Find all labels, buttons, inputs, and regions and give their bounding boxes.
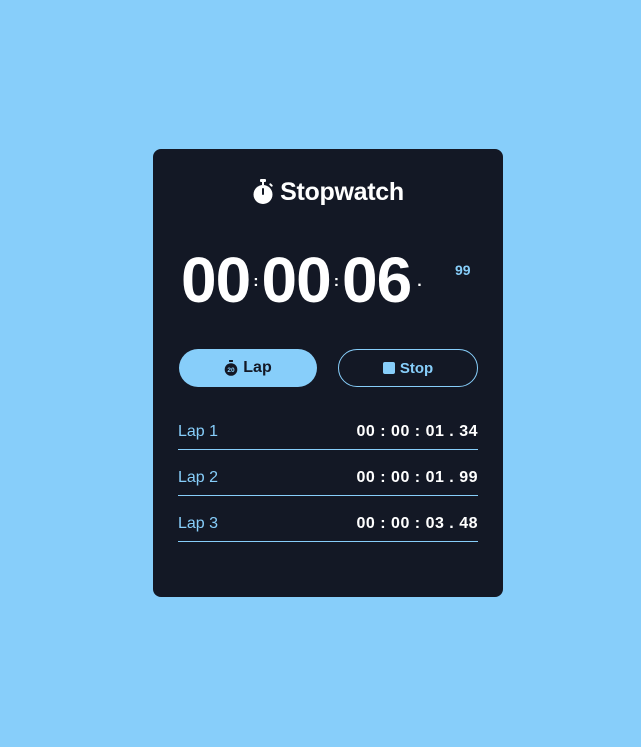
stop-icon	[382, 362, 395, 374]
stop-button[interactable]: Stop	[338, 349, 478, 387]
lap-list: Lap 1 00 : 00 : 01 . 34 Lap 2 00 : 00 : …	[178, 414, 478, 552]
stopwatch-icon	[253, 179, 273, 204]
colon-separator: :	[253, 273, 259, 290]
lap-button-label: Lap	[243, 359, 272, 376]
lap-time: 00 : 00 : 01 . 99	[356, 468, 478, 486]
time-display: 00 : 00 : 06 .	[181, 243, 427, 317]
app-header: Stopwatch	[153, 176, 503, 208]
stop-button-label: Stop	[399, 359, 434, 377]
centiseconds-digits: 99	[455, 262, 471, 278]
lap-timer-icon: 20	[224, 360, 238, 376]
lap-label: Lap 3	[178, 514, 219, 532]
lap-row: Lap 3 00 : 00 : 03 . 48	[178, 506, 478, 542]
lap-time: 00 : 00 : 01 . 34	[356, 422, 478, 440]
colon-separator: :	[333, 273, 340, 290]
seconds-digits: 06	[342, 244, 412, 316]
lap-icon-text: 20	[228, 367, 236, 374]
app-title: Stopwatch	[280, 177, 404, 206]
lap-time: 00 : 00 : 03 . 48	[356, 514, 478, 532]
lap-row: Lap 2 00 : 00 : 01 . 99	[178, 460, 478, 496]
lap-row: Lap 1 00 : 00 : 01 . 34	[178, 414, 478, 450]
lap-button[interactable]: 20 Lap	[179, 349, 317, 387]
lap-label: Lap 1	[178, 422, 219, 440]
minutes-digits: 00	[261, 244, 332, 316]
hours-digits: 00	[181, 244, 251, 316]
lap-label: Lap 2	[178, 468, 219, 486]
dot-separator: .	[417, 273, 422, 290]
